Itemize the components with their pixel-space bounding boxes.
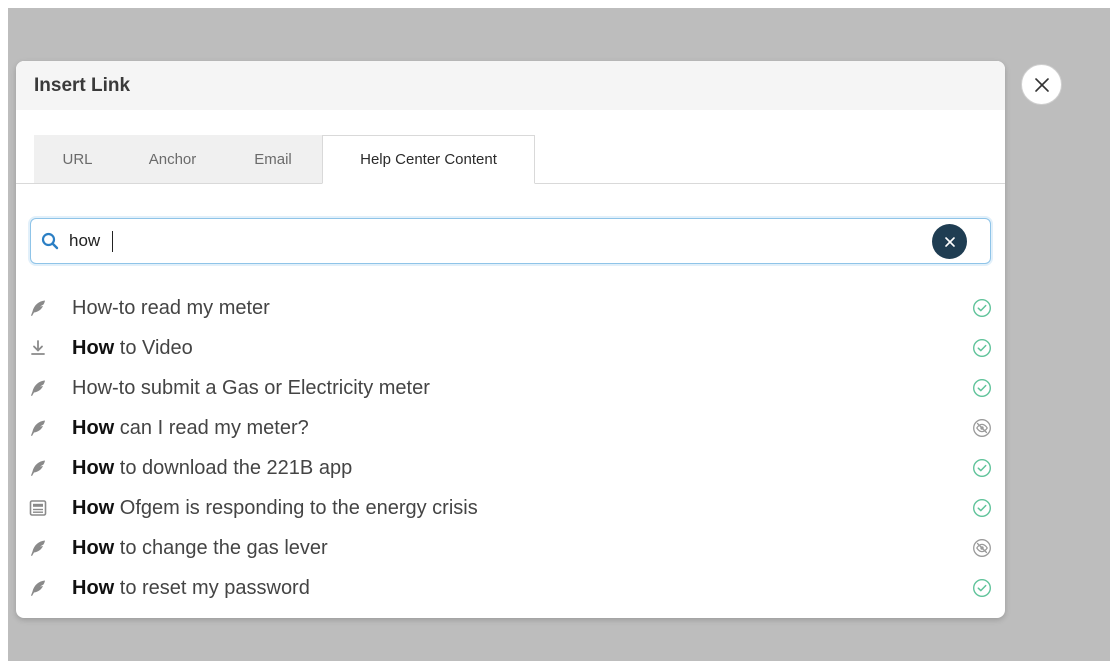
result-item[interactable]: How to reset my password <box>16 568 1005 608</box>
result-title: How-to submit a Gas or Electricity meter <box>72 377 430 399</box>
tab-email[interactable]: Email <box>224 135 322 183</box>
result-title: How Ofgem is responding to the energy cr… <box>72 497 478 519</box>
search-box[interactable] <box>30 218 991 264</box>
close-icon <box>1034 77 1049 92</box>
clear-search-button[interactable] <box>932 224 967 259</box>
close-modal-button[interactable] <box>1021 64 1062 105</box>
feather-icon <box>31 460 45 476</box>
feather-icon <box>31 420 45 436</box>
tab-label: URL <box>62 150 93 168</box>
result-title: How can I read my meter? <box>72 417 309 439</box>
feather-icon <box>31 580 45 596</box>
search-input[interactable] <box>69 227 929 255</box>
result-item[interactable]: How to Video <box>16 328 1005 368</box>
result-item[interactable]: How Ofgem is responding to the energy cr… <box>16 488 1005 528</box>
download-icon <box>31 340 45 355</box>
modal-title: Insert Link <box>34 74 131 96</box>
feather-icon <box>31 380 45 396</box>
result-title: How to download the 221B app <box>72 457 353 479</box>
published-check-icon <box>972 378 992 398</box>
tab-url[interactable]: URL <box>34 135 121 183</box>
result-item[interactable]: How to download the 221B app <box>16 448 1005 488</box>
tab-label: Email <box>254 150 292 168</box>
published-check-icon <box>972 298 992 318</box>
results-list: How-to read my meter How to Video How-to… <box>16 288 1005 608</box>
tab-help-center-content[interactable]: Help Center Content <box>322 135 535 184</box>
result-item[interactable]: How to change the gas lever <box>16 528 1005 568</box>
result-title: How to Video <box>72 337 193 359</box>
insert-link-modal: Insert Link URL Anchor Email Help Center… <box>16 61 1005 618</box>
feather-icon <box>31 540 45 556</box>
tab-anchor[interactable]: Anchor <box>121 135 224 183</box>
published-check-icon <box>972 338 992 358</box>
result-item[interactable]: How can I read my meter? <box>16 408 1005 448</box>
published-check-icon <box>972 458 992 478</box>
result-title: How to change the gas lever <box>72 537 328 559</box>
clear-icon <box>944 236 955 247</box>
result-title: How to reset my password <box>72 577 310 599</box>
news-icon <box>29 500 47 516</box>
result-item[interactable]: How-to submit a Gas or Electricity meter <box>16 368 1005 408</box>
feather-icon <box>31 300 45 316</box>
published-check-icon <box>972 498 992 518</box>
result-item[interactable]: How-to read my meter <box>16 288 1005 328</box>
text-caret <box>112 231 113 252</box>
result-title: How-to read my meter <box>72 297 270 319</box>
tab-label: Anchor <box>148 150 197 168</box>
tab-bar: URL Anchor Email Help Center Content <box>16 135 1005 184</box>
published-check-icon <box>972 578 992 598</box>
tab-label: Help Center Content <box>360 151 497 168</box>
hidden-eye-icon <box>973 539 991 557</box>
search-icon <box>41 232 59 250</box>
modal-header: Insert Link <box>16 61 1005 110</box>
hidden-eye-icon <box>973 419 991 437</box>
